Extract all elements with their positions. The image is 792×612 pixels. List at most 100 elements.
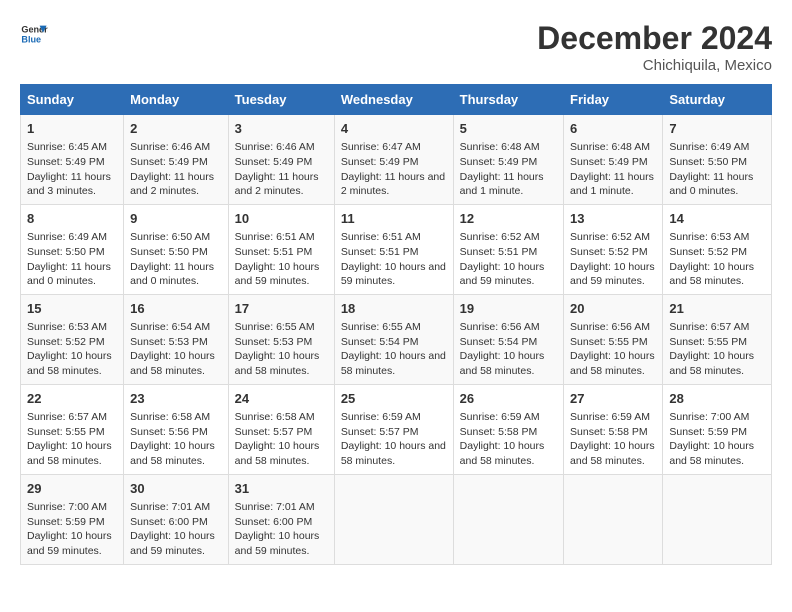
column-header-sunday: Sunday [21,85,124,115]
logo: General Blue [20,20,48,48]
day-content: Sunrise: 6:59 AMSunset: 5:58 PMDaylight:… [460,410,557,469]
calendar-cell: 17 Sunrise: 6:55 AMSunset: 5:53 PMDayligh… [228,294,334,384]
day-content: Sunrise: 7:01 AMSunset: 6:00 PMDaylight:… [235,500,328,559]
day-content: Sunrise: 6:46 AMSunset: 5:49 PMDaylight:… [235,140,328,199]
calendar-cell: 11Sunrise: 6:51 AMSunset: 5:51 PMDayligh… [334,204,453,294]
day-content: Sunrise: 6:46 AMSunset: 5:49 PMDaylight:… [130,140,222,199]
calendar-cell: 23 Sunrise: 6:58 AMSunset: 5:56 PMDayligh… [124,384,229,474]
day-content: Sunrise: 7:00 AMSunset: 5:59 PMDaylight:… [669,410,765,469]
logo-icon: General Blue [20,20,48,48]
calendar-cell: 5 Sunrise: 6:48 AMSunset: 5:49 PMDaylight… [453,115,563,205]
day-number: 9 [130,210,222,228]
day-content: Sunrise: 6:51 AMSunset: 5:51 PMDaylight:… [341,230,447,289]
day-content: Sunrise: 6:53 AMSunset: 5:52 PMDaylight:… [27,320,117,379]
day-number: 21 [669,300,765,318]
column-header-wednesday: Wednesday [334,85,453,115]
calendar-week-3: 15 Sunrise: 6:53 AMSunset: 5:52 PMDayligh… [21,294,772,384]
day-content: Sunrise: 6:56 AMSunset: 5:54 PMDaylight:… [460,320,557,379]
day-number: 6 [570,120,656,138]
calendar-cell: 4 Sunrise: 6:47 AMSunset: 5:49 PMDaylight… [334,115,453,205]
calendar-cell: 29Sunrise: 7:00 AMSunset: 5:59 PMDayligh… [21,474,124,564]
day-content: Sunrise: 6:58 AMSunset: 5:56 PMDaylight:… [130,410,222,469]
calendar-cell: 2 Sunrise: 6:46 AMSunset: 5:49 PMDaylight… [124,115,229,205]
day-number: 23 [130,390,222,408]
day-number: 15 [27,300,117,318]
calendar-cell: 18Sunrise: 6:55 AMSunset: 5:54 PMDayligh… [334,294,453,384]
day-content: Sunrise: 6:50 AMSunset: 5:50 PMDaylight:… [130,230,222,289]
calendar-cell: 26 Sunrise: 6:59 AMSunset: 5:58 PMDayligh… [453,384,563,474]
day-number: 30 [130,480,222,498]
day-content: Sunrise: 6:54 AMSunset: 5:53 PMDaylight:… [130,320,222,379]
calendar-cell: 12Sunrise: 6:52 AMSunset: 5:51 PMDayligh… [453,204,563,294]
calendar-cell: 7 Sunrise: 6:49 AMSunset: 5:50 PMDaylight… [663,115,772,205]
day-content: Sunrise: 6:53 AMSunset: 5:52 PMDaylight:… [669,230,765,289]
calendar-cell [564,474,663,564]
day-number: 4 [341,120,447,138]
day-content: Sunrise: 6:48 AMSunset: 5:49 PMDaylight:… [570,140,656,199]
day-number: 8 [27,210,117,228]
day-number: 5 [460,120,557,138]
day-number: 22 [27,390,117,408]
calendar-cell: 30 Sunrise: 7:01 AMSunset: 6:00 PMDayligh… [124,474,229,564]
day-number: 25 [341,390,447,408]
day-number: 13 [570,210,656,228]
day-content: Sunrise: 6:47 AMSunset: 5:49 PMDaylight:… [341,140,447,199]
calendar-cell: 25 Sunrise: 6:59 AMSunset: 5:57 PMDayligh… [334,384,453,474]
calendar-cell: 9 Sunrise: 6:50 AMSunset: 5:50 PMDaylight… [124,204,229,294]
day-number: 24 [235,390,328,408]
header-row: SundayMondayTuesdayWednesdayThursdayFrid… [21,85,772,115]
calendar-cell: 15 Sunrise: 6:53 AMSunset: 5:52 PMDayligh… [21,294,124,384]
day-content: Sunrise: 7:01 AMSunset: 6:00 PMDaylight:… [130,500,222,559]
day-content: Sunrise: 6:56 AMSunset: 5:55 PMDaylight:… [570,320,656,379]
calendar-cell: 8 Sunrise: 6:49 AMSunset: 5:50 PMDaylight… [21,204,124,294]
day-number: 26 [460,390,557,408]
day-number: 18 [341,300,447,318]
calendar-cell [663,474,772,564]
day-content: Sunrise: 6:57 AMSunset: 5:55 PMDaylight:… [669,320,765,379]
calendar-cell: 1 Sunrise: 6:45 AMSunset: 5:49 PMDaylight… [21,115,124,205]
calendar-cell: 6 Sunrise: 6:48 AMSunset: 5:49 PMDaylight… [564,115,663,205]
calendar-table: SundayMondayTuesdayWednesdayThursdayFrid… [20,84,772,565]
day-number: 2 [130,120,222,138]
column-header-friday: Friday [564,85,663,115]
column-header-thursday: Thursday [453,85,563,115]
calendar-cell: 21 Sunrise: 6:57 AMSunset: 5:55 PMDayligh… [663,294,772,384]
column-header-tuesday: Tuesday [228,85,334,115]
day-number: 28 [669,390,765,408]
title-block: December 2024 Chichiquila, Mexico [537,20,772,74]
day-number: 27 [570,390,656,408]
calendar-cell: 22 Sunrise: 6:57 AMSunset: 5:55 PMDayligh… [21,384,124,474]
calendar-cell: 31 Sunrise: 7:01 AMSunset: 6:00 PMDayligh… [228,474,334,564]
day-number: 7 [669,120,765,138]
calendar-cell: 27Sunrise: 6:59 AMSunset: 5:58 PMDayligh… [564,384,663,474]
calendar-cell [334,474,453,564]
day-content: Sunrise: 6:57 AMSunset: 5:55 PMDaylight:… [27,410,117,469]
month-title: December 2024 [537,20,772,57]
column-header-monday: Monday [124,85,229,115]
day-content: Sunrise: 6:55 AMSunset: 5:53 PMDaylight:… [235,320,328,379]
calendar-cell: 13 Sunrise: 6:52 AMSunset: 5:52 PMDayligh… [564,204,663,294]
calendar-cell: 16 Sunrise: 6:54 AMSunset: 5:53 PMDayligh… [124,294,229,384]
day-content: Sunrise: 6:59 AMSunset: 5:57 PMDaylight:… [341,410,447,469]
day-content: Sunrise: 6:52 AMSunset: 5:52 PMDaylight:… [570,230,656,289]
calendar-cell [453,474,563,564]
calendar-cell: 20 Sunrise: 6:56 AMSunset: 5:55 PMDayligh… [564,294,663,384]
calendar-week-5: 29Sunrise: 7:00 AMSunset: 5:59 PMDayligh… [21,474,772,564]
day-content: Sunrise: 6:58 AMSunset: 5:57 PMDaylight:… [235,410,328,469]
day-number: 17 [235,300,328,318]
day-number: 20 [570,300,656,318]
day-content: Sunrise: 6:49 AMSunset: 5:50 PMDaylight:… [27,230,117,289]
day-number: 16 [130,300,222,318]
day-content: Sunrise: 6:48 AMSunset: 5:49 PMDaylight:… [460,140,557,199]
day-content: Sunrise: 6:49 AMSunset: 5:50 PMDaylight:… [669,140,765,199]
day-number: 10 [235,210,328,228]
day-number: 31 [235,480,328,498]
day-number: 29 [27,480,117,498]
day-number: 12 [460,210,557,228]
day-content: Sunrise: 6:45 AMSunset: 5:49 PMDaylight:… [27,140,117,199]
calendar-cell: 24 Sunrise: 6:58 AMSunset: 5:57 PMDayligh… [228,384,334,474]
day-number: 19 [460,300,557,318]
column-header-saturday: Saturday [663,85,772,115]
calendar-week-1: 1 Sunrise: 6:45 AMSunset: 5:49 PMDaylight… [21,115,772,205]
day-number: 1 [27,120,117,138]
